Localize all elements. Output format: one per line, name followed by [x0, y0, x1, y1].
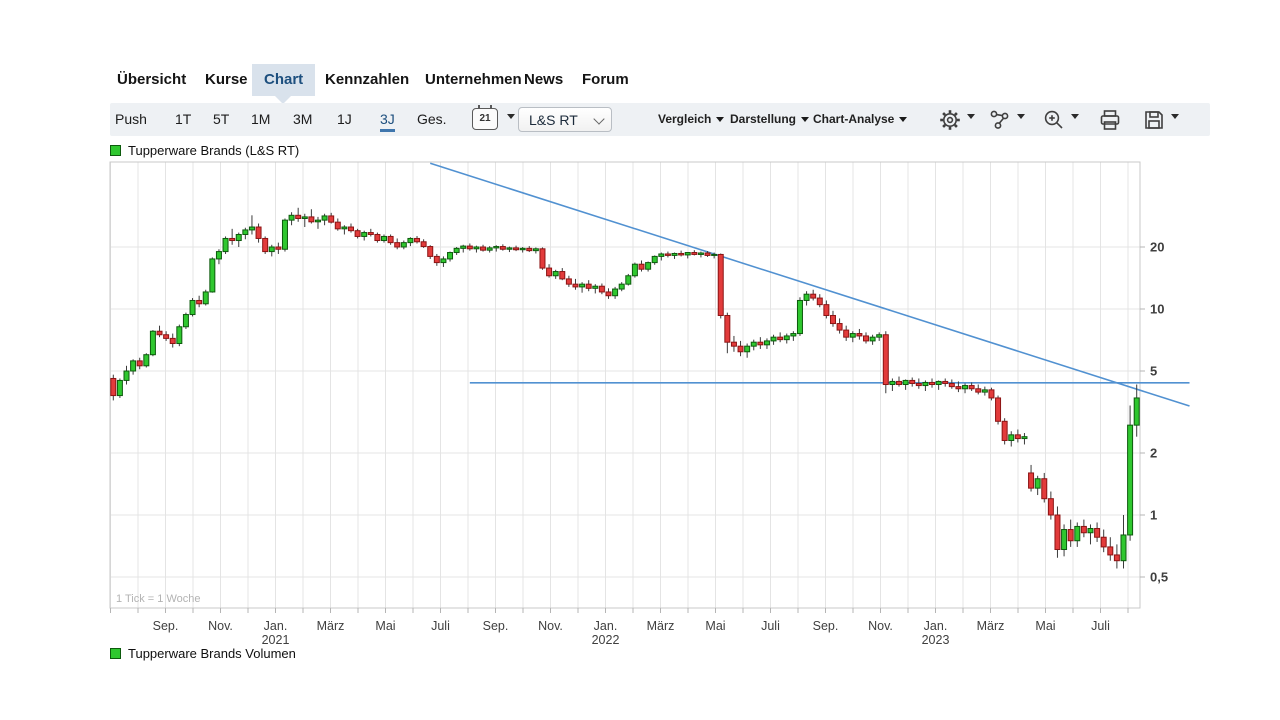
- caret-down-icon: [967, 114, 975, 119]
- svg-text:Mai: Mai: [375, 619, 395, 633]
- svg-text:Juli: Juli: [431, 619, 450, 633]
- trend-lines: [430, 163, 1189, 406]
- caret-down-icon: [507, 114, 515, 119]
- range-push[interactable]: Push: [115, 103, 147, 136]
- chart-toolbar: Push 1T 5T 1M 3M 1J 3J Ges. 21 L&S RT Ve…: [110, 103, 1210, 136]
- svg-text:Jan.: Jan.: [594, 619, 618, 633]
- range-1m[interactable]: 1M: [251, 103, 270, 136]
- calendar-icon: 21: [472, 108, 498, 130]
- svg-text:1 Tick = 1 Woche: 1 Tick = 1 Woche: [116, 593, 200, 605]
- svg-text:5: 5: [1150, 364, 1157, 379]
- svg-text:1: 1: [1150, 508, 1157, 523]
- y-axis-labels: 20 10 5 2 1 0,5: [1150, 239, 1168, 584]
- menu-darstellung[interactable]: Darstellung: [730, 103, 809, 136]
- svg-text:Nov.: Nov.: [868, 619, 893, 633]
- zoom-in-icon: [1042, 108, 1066, 132]
- chevron-down-icon: [593, 113, 604, 124]
- caret-down-icon: [1071, 114, 1079, 119]
- caret-down-icon: [801, 117, 809, 122]
- svg-text:Jan.: Jan.: [924, 619, 948, 633]
- range-1j[interactable]: 1J: [337, 103, 352, 136]
- svg-text:Nov.: Nov.: [538, 619, 563, 633]
- tab-uebersicht[interactable]: Übersicht: [117, 64, 186, 96]
- tab-kennzahlen[interactable]: Kennzahlen: [325, 64, 409, 96]
- svg-text:März: März: [317, 619, 345, 633]
- range-ges[interactable]: Ges.: [417, 103, 447, 136]
- range-1t[interactable]: 1T: [175, 103, 191, 136]
- stock-chart-page: Übersicht Kurse Chart Kennzahlen Unterne…: [0, 0, 1280, 720]
- svg-text:2022: 2022: [592, 633, 620, 647]
- svg-text:Mai: Mai: [1035, 619, 1055, 633]
- svg-text:Mai: Mai: [705, 619, 725, 633]
- calendar-range-button[interactable]: 21: [472, 108, 515, 132]
- svg-text:10: 10: [1150, 302, 1164, 317]
- svg-text:2023: 2023: [922, 633, 950, 647]
- menu-chart-analyse[interactable]: Chart-Analyse: [813, 103, 907, 136]
- svg-text:Juli: Juli: [761, 619, 780, 633]
- printer-icon: [1098, 108, 1122, 132]
- svg-text:März: März: [647, 619, 675, 633]
- svg-text:2021: 2021: [262, 633, 290, 647]
- menu-chart-analyse-label: Chart-Analyse: [813, 112, 894, 126]
- range-3j-active[interactable]: 3J: [380, 103, 395, 136]
- svg-text:März: März: [977, 619, 1005, 633]
- chart-axes: [110, 162, 1145, 613]
- svg-text:Sep.: Sep.: [813, 619, 839, 633]
- caret-down-icon: [1171, 114, 1179, 119]
- print-button[interactable]: [1098, 108, 1122, 132]
- caret-down-icon: [716, 117, 724, 122]
- settings-button[interactable]: [938, 108, 975, 132]
- menu-vergleich-label: Vergleich: [658, 112, 711, 126]
- tick-note: 1 Tick = 1 Woche: [116, 593, 200, 605]
- menu-darstellung-label: Darstellung: [730, 112, 796, 126]
- svg-text:Jan.: Jan.: [264, 619, 288, 633]
- tab-news[interactable]: News: [524, 64, 563, 96]
- candlestick-chart[interactable]: Sep.Nov.Jan.2021MärzMaiJuliSep.Nov.Jan.2…: [108, 158, 1198, 656]
- gear-icon: [938, 108, 962, 132]
- tab-unternehmen[interactable]: Unternehmen: [425, 64, 522, 96]
- zoom-button[interactable]: [1042, 108, 1079, 132]
- feed-select-value: L&S RT: [529, 112, 578, 128]
- volume-series-legend: Tupperware Brands Volumen: [110, 646, 296, 661]
- tab-forum[interactable]: Forum: [582, 64, 629, 96]
- svg-text:Nov.: Nov.: [208, 619, 233, 633]
- candles: [111, 208, 1139, 569]
- svg-text:0,5: 0,5: [1150, 570, 1168, 585]
- range-3m[interactable]: 3M: [293, 103, 312, 136]
- svg-text:2: 2: [1150, 445, 1157, 460]
- menu-vergleich[interactable]: Vergleich: [658, 103, 724, 136]
- price-series-legend: Tupperware Brands (L&S RT): [110, 143, 299, 158]
- x-axis-labels: Sep.Nov.Jan.2021MärzMaiJuliSep.Nov.Jan.2…: [153, 619, 1110, 647]
- svg-text:Sep.: Sep.: [483, 619, 509, 633]
- range-5t[interactable]: 5T: [213, 103, 229, 136]
- indicator-nodes-icon: [988, 108, 1012, 132]
- svg-text:Sep.: Sep.: [153, 619, 179, 633]
- chart-grid: [110, 162, 1140, 608]
- tab-kurse[interactable]: Kurse: [205, 64, 248, 96]
- indicators-button[interactable]: [988, 108, 1025, 132]
- feed-select[interactable]: L&S RT: [518, 107, 612, 132]
- save-floppy-icon: [1142, 108, 1166, 132]
- caret-down-icon: [899, 117, 907, 122]
- svg-text:Juli: Juli: [1091, 619, 1110, 633]
- volume-series-legend-label: Tupperware Brands Volumen: [128, 646, 296, 661]
- caret-down-icon: [1017, 114, 1025, 119]
- tab-chart[interactable]: Chart: [252, 64, 315, 96]
- save-button[interactable]: [1142, 108, 1179, 132]
- svg-text:20: 20: [1150, 239, 1164, 254]
- price-series-legend-label: Tupperware Brands (L&S RT): [128, 143, 299, 158]
- series-color-square: [110, 145, 121, 156]
- series-color-square: [110, 648, 121, 659]
